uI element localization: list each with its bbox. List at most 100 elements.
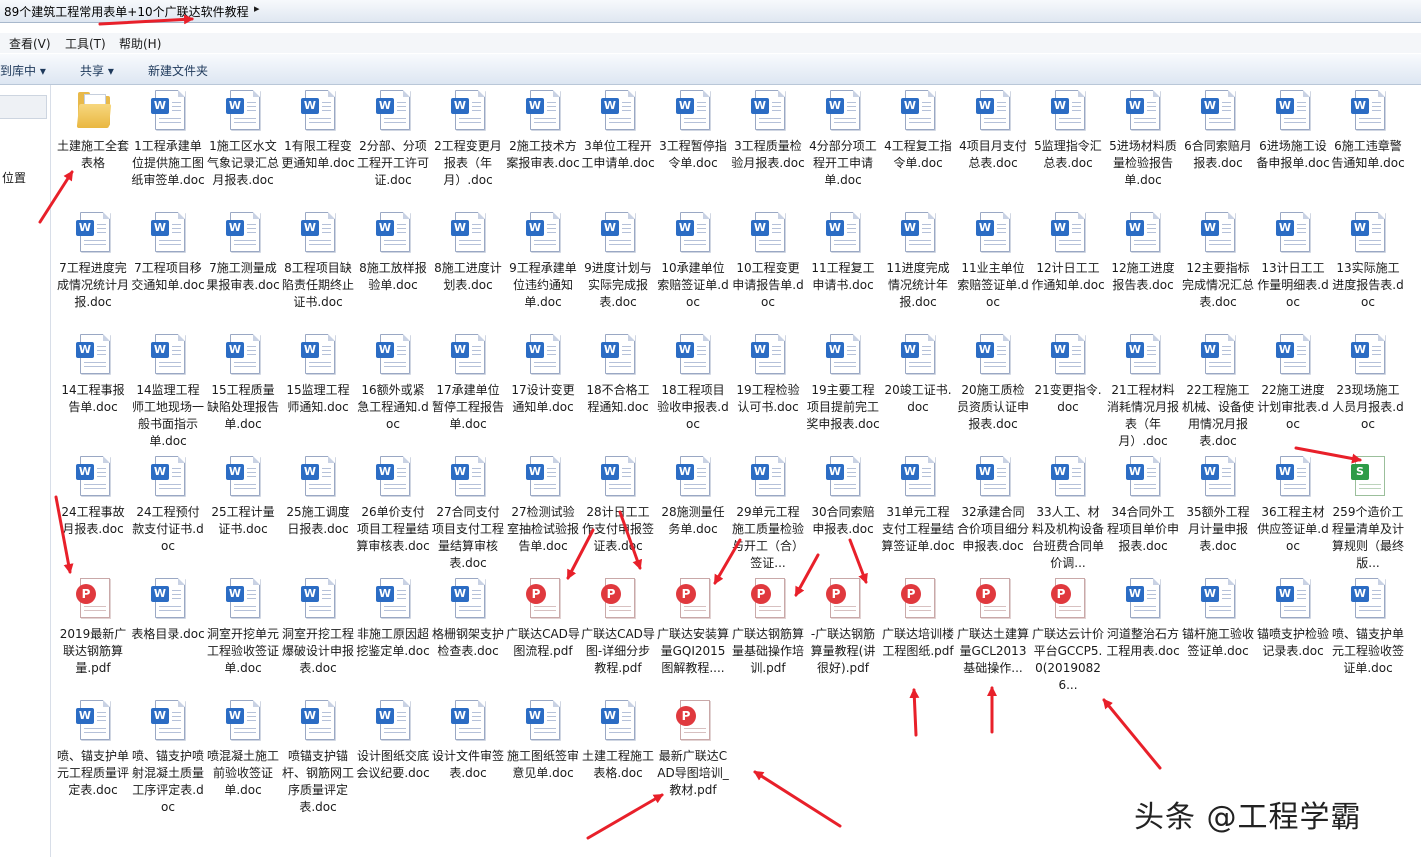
file-item[interactable]: W 9进度计划与实际完成报表.doc — [581, 212, 655, 311]
file-item[interactable]: W 11业主单位索赔签证单.doc — [956, 212, 1030, 311]
file-item[interactable]: W 喷、锚支护喷射混凝土质量工序评定表.doc — [131, 700, 205, 816]
share-button[interactable]: 共享 ▾ — [80, 62, 114, 79]
file-item[interactable]: W 33人工、材料及机构设备台班费合同单价调... — [1031, 456, 1105, 572]
breadcrumb-arrow-icon[interactable]: ▸ — [254, 2, 260, 15]
file-item[interactable]: W 18不合格工程通知.doc — [581, 334, 655, 416]
file-item[interactable]: W 17承建单位暂停工程报告单.doc — [431, 334, 505, 433]
file-item[interactable]: W 18工程项目验收申报表.doc — [656, 334, 730, 433]
file-item[interactable]: W 表格目录.doc — [131, 578, 205, 643]
new-folder-button[interactable]: 新建文件夹 — [148, 62, 208, 79]
file-item[interactable]: P 广联达CAD导图流程.pdf — [506, 578, 580, 660]
file-item[interactable]: W 30合同索赔申报表.doc — [806, 456, 880, 538]
file-item[interactable]: W 6进场施工设备申报单.doc — [1256, 90, 1330, 172]
file-item[interactable]: W 1有限工程变更通知单.doc — [281, 90, 355, 172]
file-item[interactable]: W 4分部分项工程开工申请单.doc — [806, 90, 880, 189]
file-item[interactable]: W 13计日工工作量明细表.doc — [1256, 212, 1330, 311]
file-item[interactable]: W 3工程质量检验月报表.doc — [731, 90, 805, 172]
file-item[interactable]: W 8工程项目缺陷责任期终止证书.doc — [281, 212, 355, 311]
file-item[interactable]: W 格栅钢架支护检查表.doc — [431, 578, 505, 660]
file-item[interactable]: W 27合同支付项目支付工程量结算审核表.doc — [431, 456, 505, 572]
file-item[interactable]: W 3工程暂停指令单.doc — [656, 90, 730, 172]
file-item[interactable]: W 7施工测量成果报审表.doc — [206, 212, 280, 294]
file-item[interactable]: W 锚杆施工验收签证单.doc — [1181, 578, 1255, 660]
file-item[interactable]: W 11进度完成情况统计年报.doc — [881, 212, 955, 311]
file-item[interactable]: W 喷混凝土施工前验收签证单.doc — [206, 700, 280, 799]
file-item[interactable]: W 31单元工程支付工程量结算签证单.doc — [881, 456, 955, 555]
file-item[interactable]: W 34合同外工程项目单价申报表.doc — [1106, 456, 1180, 555]
file-item[interactable]: W 洞室开挖工程爆破设计申报表.doc — [281, 578, 355, 677]
file-item[interactable]: P 广联达CAD导图-详细分步教程.pdf — [581, 578, 655, 677]
file-item[interactable]: W 20施工质检员资质认证申报表.doc — [956, 334, 1030, 433]
file-item[interactable]: W 20竣工证书.doc — [881, 334, 955, 416]
file-item[interactable]: W 1施工区水文气象记录汇总月报表.doc — [206, 90, 280, 189]
file-item[interactable]: W 14工程事报告单.doc — [56, 334, 130, 416]
file-item[interactable]: W 25工程计量证书.doc — [206, 456, 280, 538]
file-item[interactable]: W 11工程复工申请书.doc — [806, 212, 880, 294]
file-item[interactable]: P 2019最新广联达钢筋算量.pdf — [56, 578, 130, 677]
file-item[interactable]: W 6施工违章警告通知单.doc — [1331, 90, 1405, 172]
file-item[interactable]: W 9工程承建单位违约通知单.doc — [506, 212, 580, 311]
file-item[interactable]: W 4工程复工指令单.doc — [881, 90, 955, 172]
file-item[interactable]: W 23现场施工人员月报表.doc — [1331, 334, 1405, 433]
file-item[interactable]: W 2工程变更月报表（年 月）.doc — [431, 90, 505, 189]
file-item[interactable]: W 8施工进度计划表.doc — [431, 212, 505, 294]
file-item[interactable]: W 5进场材料质量检验报告单.doc — [1106, 90, 1180, 189]
file-item[interactable]: W 7工程进度完成情况统计月报.doc — [56, 212, 130, 311]
file-item[interactable]: W 3单位工程开工申请单.doc — [581, 90, 655, 172]
file-item[interactable]: W 12主要指标完成情况汇总表.doc — [1181, 212, 1255, 311]
file-item[interactable]: P 广联达钢筋算量基础操作培训.pdf — [731, 578, 805, 677]
file-item[interactable]: W 14监理工程师工地现场一般书面指示单.doc — [131, 334, 205, 450]
file-item[interactable]: P 广联达土建算量GCL2013基础操作... — [956, 578, 1030, 677]
file-item[interactable]: W 15工程质量缺陷处理报告单.doc — [206, 334, 280, 433]
file-item[interactable]: W 28计日工工作支付申报签证表.doc — [581, 456, 655, 555]
file-item[interactable]: W 设计图纸交底会议纪要.doc — [356, 700, 430, 782]
file-item[interactable]: P 广联达安装算量GQI2015图解教程.... — [656, 578, 730, 677]
file-item[interactable]: 土建施工全套表格 — [56, 90, 130, 172]
address-bar[interactable]: 89个建筑工程常用表单+10个广联达软件教程 ▸ — [0, 0, 1421, 23]
nav-item[interactable] — [0, 95, 47, 119]
file-item[interactable]: W 施工图纸签审意见单.doc — [506, 700, 580, 782]
file-item[interactable]: P 广联达培训楼工程图纸.pdf — [881, 578, 955, 660]
file-item[interactable]: W 28施测量任务单.doc — [656, 456, 730, 538]
file-item[interactable]: W 21工程材料消耗情况月报表（年 月）.doc — [1106, 334, 1180, 450]
file-item[interactable]: W 4项目月支付总表.doc — [956, 90, 1030, 172]
file-item[interactable]: W 26单价支付项目工程量结算审核表.doc — [356, 456, 430, 555]
file-item[interactable]: W 22施工进度计划审批表.doc — [1256, 334, 1330, 433]
address-path[interactable]: 89个建筑工程常用表单+10个广联达软件教程 — [4, 3, 249, 20]
file-item[interactable]: W 10承建单位索赔签证单.doc — [656, 212, 730, 311]
file-item[interactable]: W 喷、锚支护单元工程质量评定表.doc — [56, 700, 130, 799]
menu-tools[interactable]: 工具(T) — [65, 35, 106, 52]
file-item[interactable]: P 广联达云计价平台GCCP5.0(20190826... — [1031, 578, 1105, 694]
file-item[interactable]: W 24工程预付款支付证书.doc — [131, 456, 205, 555]
file-item[interactable]: W 16额外或紧急工程通知.doc — [356, 334, 430, 433]
file-item[interactable]: W 12计日工工作通知单.doc — [1031, 212, 1105, 294]
file-item[interactable]: W 2分部、分项工程开工许可证.doc — [356, 90, 430, 189]
file-item[interactable]: W 29单元工程施工质量检验与开工（合）签证... — [731, 456, 805, 572]
file-item[interactable]: P -广联达钢筋算量教程(讲很好).pdf — [806, 578, 880, 677]
file-item[interactable]: W 6合同索赔月报表.doc — [1181, 90, 1255, 172]
file-item[interactable]: W 8施工放样报验单.doc — [356, 212, 430, 294]
file-item[interactable]: W 19主要工程项目提前完工奖申报表.doc — [806, 334, 880, 433]
file-item[interactable]: W 17设计变更通知单.doc — [506, 334, 580, 416]
file-item[interactable]: W 洞室开挖单元工程验收签证单.doc — [206, 578, 280, 677]
file-item[interactable]: W 锚喷支护检验记录表.doc — [1256, 578, 1330, 660]
file-item[interactable]: W 25施工调度日报表.doc — [281, 456, 355, 538]
file-item[interactable]: W 5监理指令汇总表.doc — [1031, 90, 1105, 172]
file-item[interactable]: W 12施工进度报告表.doc — [1106, 212, 1180, 294]
file-item[interactable]: P 最新广联达CAD导图培训_教材.pdf — [656, 700, 730, 799]
file-item[interactable]: W 10工程变更申请报告单.doc — [731, 212, 805, 311]
file-item[interactable]: W 36工程主材供应签证单.doc — [1256, 456, 1330, 555]
menu-help[interactable]: 帮助(H) — [119, 35, 161, 52]
file-item[interactable]: W 19工程检验认可书.doc — [731, 334, 805, 416]
file-item[interactable]: W 2施工技术方案报审表.doc — [506, 90, 580, 172]
file-item[interactable]: W 21变更指令.doc — [1031, 334, 1105, 416]
file-item[interactable]: W 非施工原因超挖鉴定单.doc — [356, 578, 430, 660]
include-in-library-button[interactable]: 到库中 ▾ — [0, 62, 46, 79]
file-item[interactable]: W 7工程项目移交通知单.doc — [131, 212, 205, 294]
file-item[interactable]: W 设计文件审签表.doc — [431, 700, 505, 782]
file-item[interactable]: W 13实际施工进度报告表.doc — [1331, 212, 1405, 311]
file-item[interactable]: W 32承建合同合价项目细分申报表.doc — [956, 456, 1030, 555]
file-item[interactable]: W 河道整治石方工程用表.doc — [1106, 578, 1180, 660]
file-item[interactable]: W 27检测试验室抽检试验报告单.doc — [506, 456, 580, 555]
file-item[interactable]: W 1工程承建单位提供施工图纸审签单.doc — [131, 90, 205, 189]
